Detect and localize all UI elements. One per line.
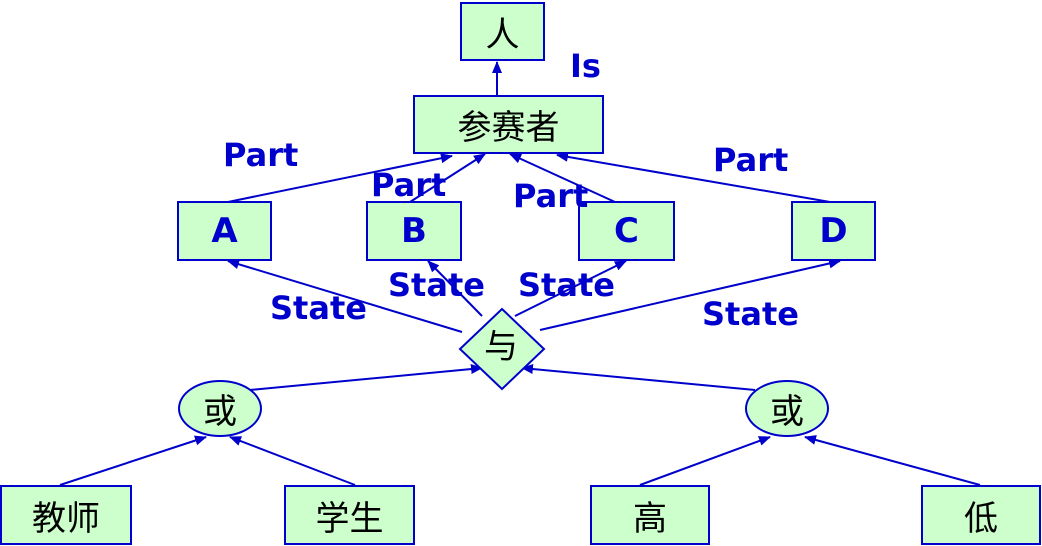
node-a-label: A: [211, 211, 238, 251]
edge-or-right-to-and: [521, 364, 756, 391]
node-teacher-label: 教师: [32, 498, 100, 539]
edge-high-to-or-right: [639, 436, 771, 486]
node-or-left-label: 或: [203, 392, 237, 432]
node-teacher: 教师: [0, 485, 132, 545]
node-b: B: [366, 201, 462, 261]
node-high-label: 高: [633, 498, 667, 539]
label-state-a: State: [270, 289, 367, 327]
label-state-d: State: [702, 295, 799, 333]
node-b-label: B: [401, 211, 427, 251]
edge-low-to-or-right: [804, 435, 981, 486]
label-part-c: Part: [513, 177, 589, 215]
node-c-label: C: [614, 211, 639, 251]
node-d: D: [791, 201, 876, 261]
edge-or-left-to-and: [249, 364, 483, 391]
node-student-label: 学生: [315, 498, 384, 539]
node-c: C: [578, 201, 675, 261]
node-low: 低: [921, 485, 1041, 545]
label-part-d: Part: [713, 141, 789, 179]
node-participant-label: 参赛者: [457, 108, 560, 148]
node-or-right: 或: [745, 380, 829, 437]
node-participant: 参赛者: [413, 95, 604, 154]
node-ren-label: 人: [485, 15, 520, 55]
edge-student-to-or-left: [229, 436, 356, 486]
node-or-right-label: 或: [770, 392, 804, 432]
label-state-c: State: [518, 266, 615, 304]
node-and-label: 与: [484, 327, 518, 367]
node-a: A: [177, 201, 272, 261]
node-or-left: 或: [178, 380, 262, 437]
node-d-label: D: [819, 211, 848, 251]
edge-teacher-to-or-left: [59, 435, 207, 486]
node-student: 学生: [284, 485, 415, 545]
node-ren: 人: [460, 2, 545, 61]
label-state-b: State: [388, 266, 485, 304]
node-high: 高: [590, 485, 710, 545]
label-part-b: Part: [371, 166, 447, 204]
label-part-a: Part: [223, 136, 299, 174]
label-is: Is: [570, 47, 601, 85]
node-low-label: 低: [964, 498, 998, 539]
